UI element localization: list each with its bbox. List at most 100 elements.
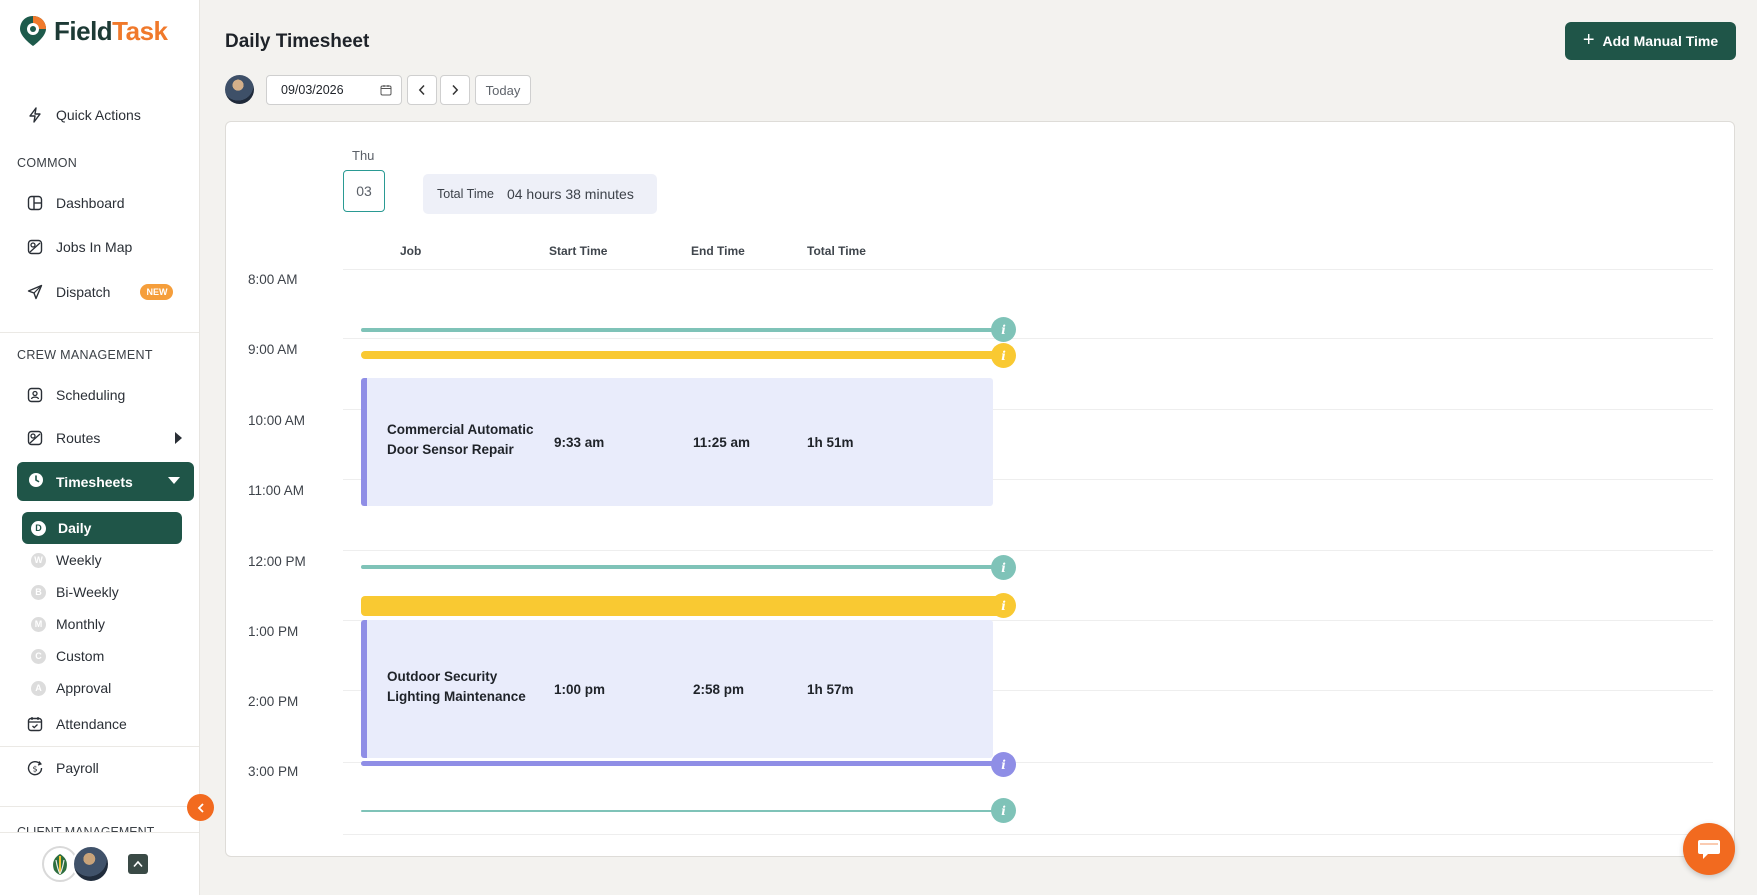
- total-time-label: Total Time: [437, 187, 494, 201]
- sidebar-subitem-monthly[interactable]: M Monthly: [31, 616, 105, 632]
- letter-a-icon: A: [31, 680, 46, 696]
- info-icon[interactable]: i: [991, 343, 1016, 368]
- section-title-crew-management: CREW MANAGEMENT: [17, 348, 153, 362]
- chevron-left-icon: [418, 84, 425, 96]
- time-label: 10:00 AM: [248, 413, 306, 428]
- day-name: Thu: [352, 148, 375, 163]
- collapse-sidebar-button[interactable]: [187, 794, 214, 821]
- letter-c-icon: C: [31, 648, 46, 664]
- teal-track[interactable]: [361, 810, 1001, 812]
- column-header-start-time: Start Time: [549, 244, 608, 258]
- sidebar-item-label: Routes: [56, 430, 101, 446]
- sidebar-item-label: Timesheets: [56, 473, 133, 490]
- sidebar-item-label: Attendance: [56, 716, 127, 732]
- expand-up-button[interactable]: [128, 854, 148, 874]
- time-label: 3:00 PM: [248, 764, 299, 779]
- today-button[interactable]: Today: [475, 75, 531, 105]
- teal-track[interactable]: [361, 565, 1001, 569]
- grid-line: [343, 338, 1713, 339]
- sidebar-item-label: Scheduling: [56, 387, 126, 403]
- chat-icon: [1698, 840, 1720, 859]
- sidebar-item-label: Bi-Weekly: [56, 584, 119, 600]
- sidebar: FieldTask Quick Actions COMMON Dashboard…: [0, 0, 200, 895]
- entry-end-time: 2:58 pm: [693, 682, 745, 697]
- chevron-right-icon: [452, 84, 459, 96]
- yellow-track[interactable]: [361, 351, 1001, 359]
- sidebar-item-label: Custom: [56, 648, 105, 664]
- sidebar-item-quick-actions[interactable]: Quick Actions: [26, 103, 141, 127]
- sidebar-item-attendance[interactable]: Attendance: [26, 712, 127, 736]
- previous-day-button[interactable]: [407, 75, 437, 105]
- info-icon[interactable]: i: [991, 555, 1016, 580]
- employee-avatar[interactable]: [225, 75, 254, 104]
- sidebar-item-label: Monthly: [56, 616, 106, 632]
- leaf-shield-icon: [53, 854, 67, 875]
- chat-support-button[interactable]: [1683, 823, 1735, 875]
- info-icon[interactable]: i: [991, 317, 1016, 342]
- teal-track[interactable]: [361, 328, 1001, 332]
- next-day-button[interactable]: [440, 75, 470, 105]
- sidebar-item-routes[interactable]: Routes: [26, 426, 182, 450]
- yellow-track[interactable]: [361, 596, 1001, 616]
- user-avatar[interactable]: [72, 845, 110, 883]
- grid-line: [343, 269, 1713, 270]
- chevron-up-icon: [133, 860, 143, 868]
- sidebar-item-jobs-in-map[interactable]: Jobs In Map: [26, 235, 132, 259]
- new-badge: NEW: [140, 284, 174, 300]
- sidebar-item-label: Jobs In Map: [56, 239, 133, 255]
- sidebar-item-label: Approval: [56, 680, 112, 696]
- time-label: 11:00 AM: [248, 483, 305, 498]
- sidebar-subitem-daily[interactable]: D Daily: [22, 512, 182, 544]
- sidebar-subitem-approval[interactable]: A Approval: [31, 680, 111, 696]
- sidebar-item-timesheets[interactable]: Timesheets: [17, 462, 194, 501]
- sidebar-item-label: Dispatch: [56, 284, 111, 300]
- sidebar-item-dispatch[interactable]: Dispatch NEW: [26, 280, 174, 304]
- entry-start-time: 9:33 am: [554, 435, 605, 450]
- grid-line: [343, 834, 1713, 835]
- column-header-total-time: Total Time: [807, 244, 866, 258]
- add-manual-time-button[interactable]: + Add Manual Time: [1565, 22, 1736, 60]
- sidebar-item-scheduling[interactable]: Scheduling: [26, 383, 125, 407]
- day-number[interactable]: 03: [343, 170, 385, 212]
- entry-job-name: Outdoor Security Lighting Maintenance: [387, 669, 526, 704]
- time-label: 1:00 PM: [248, 624, 299, 639]
- sidebar-subitem-weekly[interactable]: W Weekly: [31, 552, 102, 568]
- info-icon[interactable]: i: [991, 798, 1016, 823]
- timesheet-entry[interactable]: Outdoor Security Lighting Maintenance 1:…: [361, 620, 993, 758]
- timesheet-entry[interactable]: Commercial Automatic Door Sensor Repair …: [361, 378, 993, 506]
- letter-w-icon: W: [31, 552, 46, 568]
- brand-logo[interactable]: FieldTask: [18, 14, 168, 48]
- button-label: Add Manual Time: [1602, 33, 1719, 49]
- sidebar-item-label: Weekly: [56, 552, 102, 568]
- brand-name: FieldTask: [54, 15, 168, 46]
- time-label: 12:00 PM: [248, 554, 306, 569]
- time-label: 2:00 PM: [248, 694, 299, 709]
- map-icon: [26, 238, 44, 256]
- time-label: 9:00 AM: [248, 342, 298, 357]
- entry-job-name: Commercial Automatic Door Sensor Repair: [387, 422, 534, 457]
- sidebar-item-dashboard[interactable]: Dashboard: [26, 191, 125, 215]
- purple-track[interactable]: [361, 761, 1001, 766]
- time-label: 8:00 AM: [248, 272, 298, 287]
- column-header-end-time: End Time: [691, 244, 745, 258]
- sidebar-subitem-custom[interactable]: C Custom: [31, 648, 104, 664]
- info-icon[interactable]: i: [991, 593, 1016, 618]
- sidebar-divider: [0, 806, 199, 807]
- entry-end-time: 11:25 am: [693, 435, 751, 450]
- section-title-common: COMMON: [17, 156, 78, 170]
- calendar-icon: [26, 715, 44, 733]
- entry-total-time: 1h 57m: [807, 682, 854, 697]
- payroll-icon: $: [26, 759, 44, 777]
- sidebar-item-payroll[interactable]: $ Payroll: [26, 756, 99, 780]
- sidebar-subitem-bi-weekly[interactable]: B Bi-Weekly: [31, 584, 119, 600]
- sidebar-item-label: Daily: [58, 520, 92, 536]
- svg-text:$: $: [33, 765, 38, 774]
- dashboard-icon: [26, 194, 44, 212]
- info-icon[interactable]: i: [991, 752, 1016, 777]
- sidebar-divider: [0, 332, 199, 333]
- sidebar-item-label: Payroll: [56, 760, 99, 776]
- sidebar-item-label: Dashboard: [56, 195, 125, 211]
- date-picker-input[interactable]: 09/03/2026: [266, 75, 402, 105]
- grid-line: [343, 550, 1713, 551]
- letter-d-icon: D: [31, 520, 46, 536]
